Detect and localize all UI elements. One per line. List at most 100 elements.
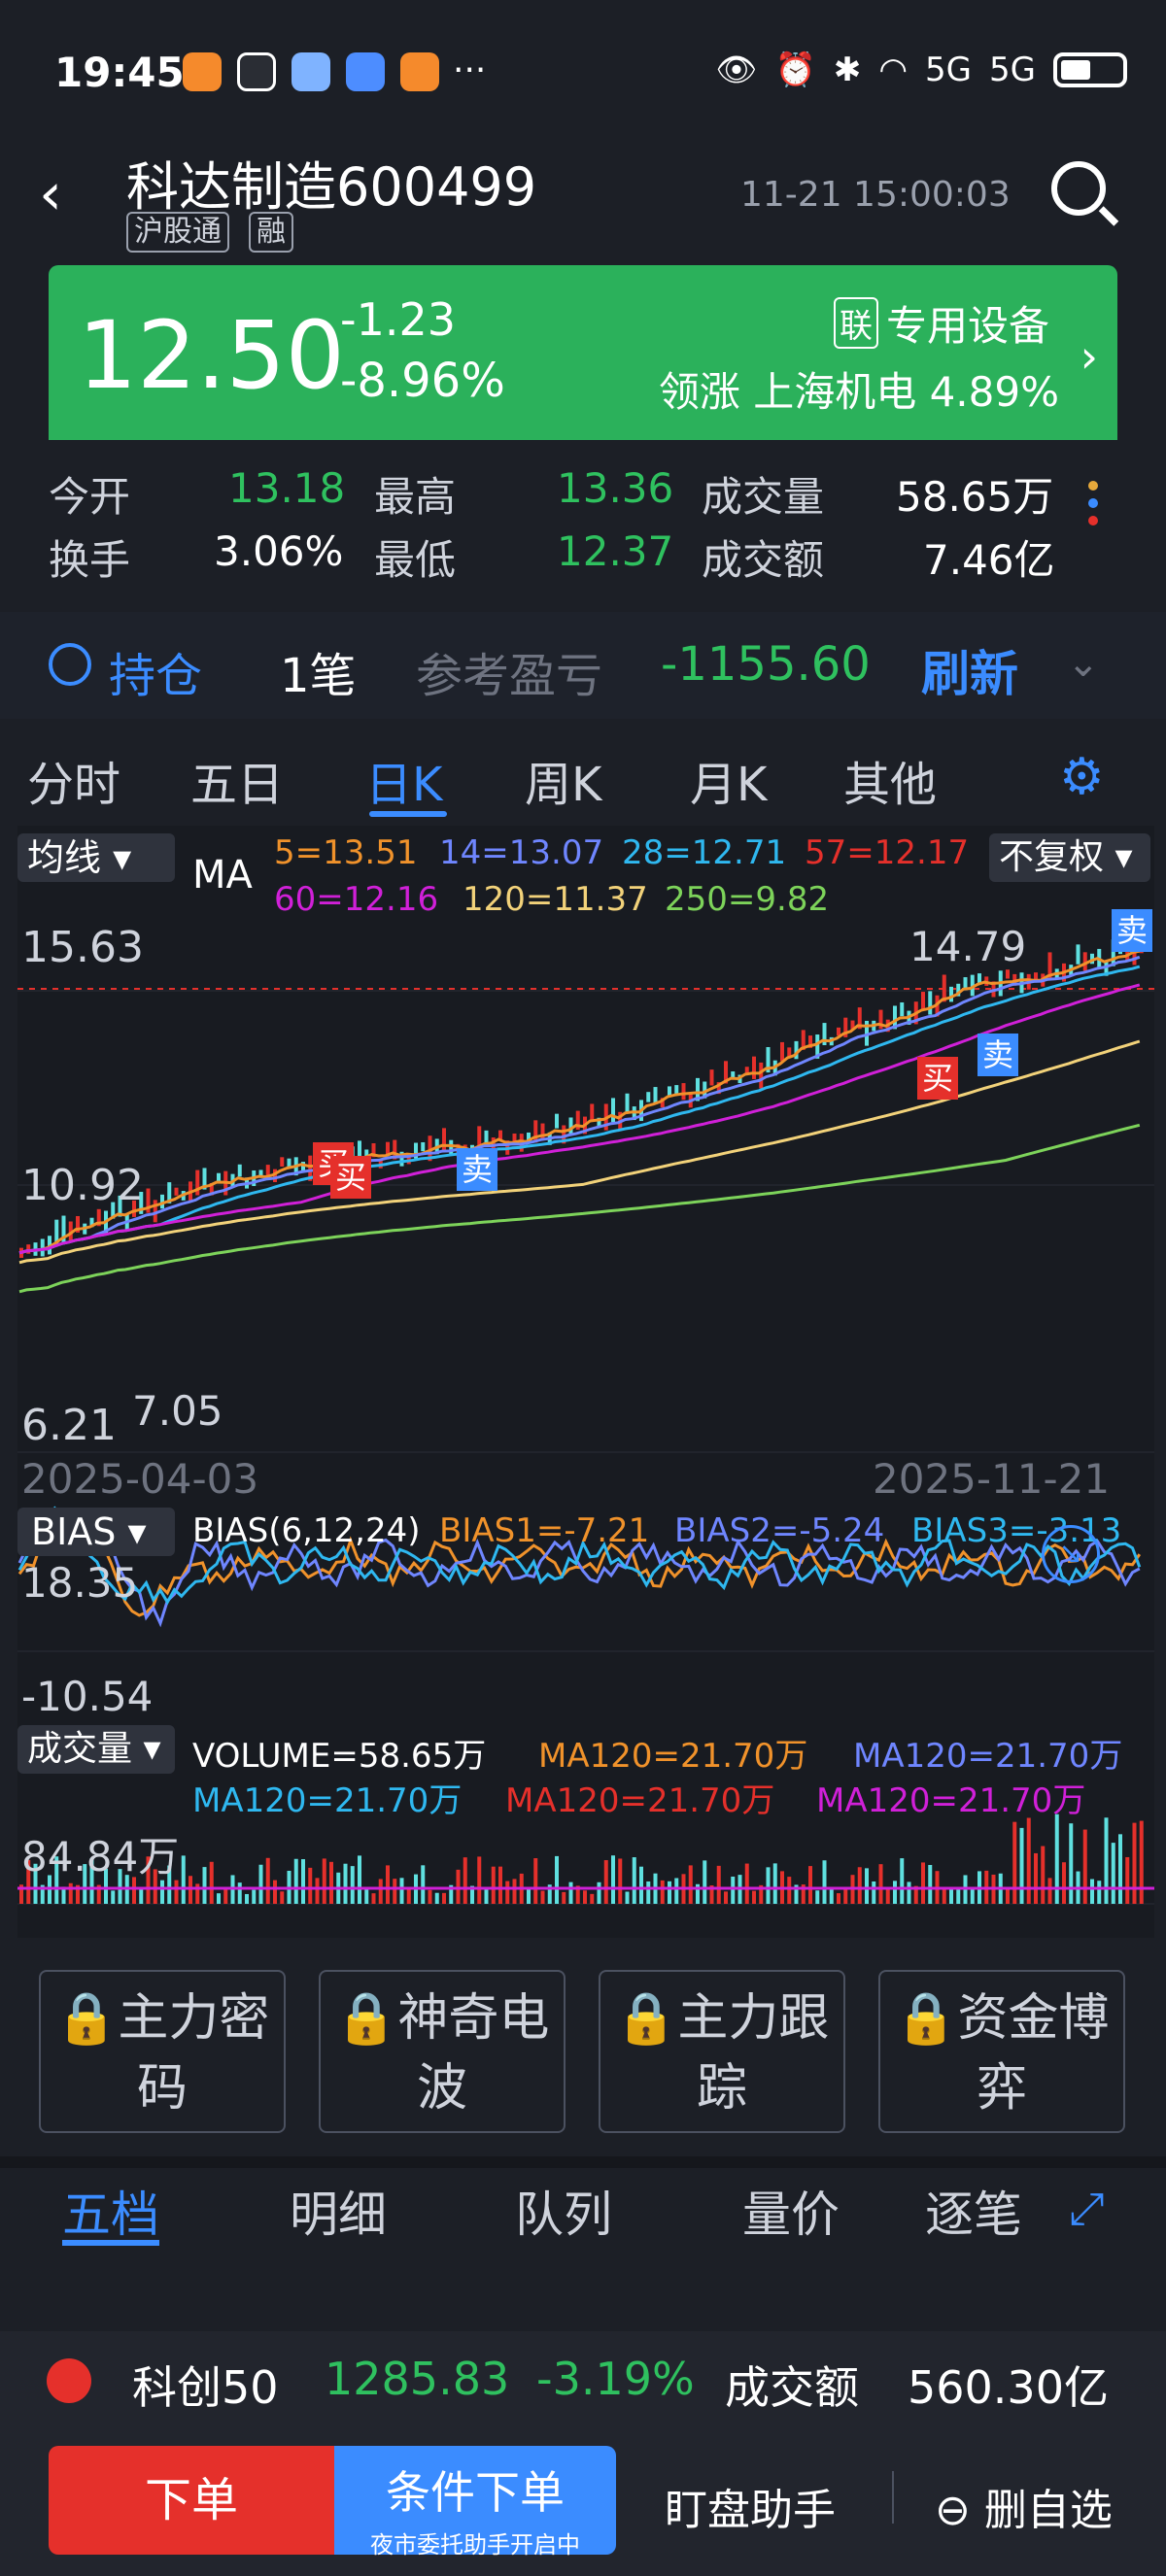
cond-sub: 夜市委托助手开启中 xyxy=(370,2531,580,2559)
wechat-icon xyxy=(237,52,276,91)
sell-marker[interactable]: 卖 xyxy=(977,1034,1018,1076)
vol-ymax: 84.84万 xyxy=(21,1833,180,1881)
cond-label: 条件下单 xyxy=(386,2466,565,2519)
volume-bar xyxy=(822,1860,827,1904)
volume-bar xyxy=(491,1866,496,1904)
back-button[interactable]: ‹ xyxy=(39,160,62,228)
chevron-down-icon[interactable]: ⌄ xyxy=(1067,641,1100,686)
tab-vol-price[interactable]: 量价 xyxy=(742,2176,840,2246)
volume-bar xyxy=(1090,1879,1094,1904)
candle xyxy=(759,1062,764,1089)
tool-main-track[interactable]: 🔒主力跟踪 xyxy=(599,1970,845,2133)
lead-label: 领涨 xyxy=(658,368,740,416)
buy-marker[interactable]: 买 xyxy=(917,1057,958,1100)
volume-bar xyxy=(111,1890,116,1904)
volume-bar xyxy=(477,1856,482,1904)
volume-bar xyxy=(1041,1846,1046,1904)
refresh-button[interactable]: 刷新 xyxy=(921,635,1018,705)
stat-turnover: 3.06% xyxy=(214,527,344,575)
bias-selector[interactable]: BIAS ▾ xyxy=(17,1508,175,1556)
volume-bar xyxy=(928,1864,933,1904)
volume-bar xyxy=(815,1890,820,1904)
tab-intraday[interactable]: 分时 xyxy=(27,746,120,814)
volume-bar xyxy=(660,1880,665,1904)
holding-label[interactable]: 持仓 xyxy=(109,637,202,705)
ma14: 14=13.07 xyxy=(439,833,604,872)
tab-other[interactable]: 其他 xyxy=(843,746,937,814)
volume-bar xyxy=(562,1891,566,1904)
index-name[interactable]: 科创50 xyxy=(132,2353,279,2417)
volume-selector-label: 成交量 xyxy=(27,1729,133,1769)
volume-bar xyxy=(878,1864,883,1904)
monitor-assistant-button[interactable]: 盯盘助手 xyxy=(665,2475,836,2537)
volume-bar xyxy=(949,1888,953,1904)
sell-marker[interactable]: 卖 xyxy=(1112,909,1152,952)
tab-monthly-k[interactable]: 月K xyxy=(690,746,767,814)
sector-link[interactable]: 联专用设备 xyxy=(833,293,1049,353)
tab-queue[interactable]: 队列 xyxy=(515,2176,612,2246)
fullscreen-icon[interactable]: ⤢ xyxy=(1069,2182,1105,2236)
expand-icon[interactable]: ↘ xyxy=(1042,1525,1100,1583)
lock-icon: 🔒 xyxy=(894,1989,958,2048)
volume-bar xyxy=(1062,1862,1066,1904)
sector-leader[interactable]: 领涨 上海机电 4.89% xyxy=(659,359,1059,419)
tab-detail[interactable]: 明细 xyxy=(290,2176,387,2246)
remove-label: 删自选 xyxy=(983,2486,1113,2535)
conditional-order-button[interactable]: 条件下单 夜市委托助手开启中 xyxy=(334,2446,616,2559)
volume-bar xyxy=(555,1855,559,1904)
stat-high: 13.36 xyxy=(557,464,674,512)
tool-fund-game[interactable]: 🔒资金博弈 xyxy=(878,1970,1125,2133)
volume-bar xyxy=(386,1865,390,1904)
quote-time: 11-21 15:00:03 xyxy=(740,175,1011,215)
volume-bar xyxy=(308,1867,313,1904)
ma-selector[interactable]: 均线 ▾ xyxy=(17,833,175,882)
volume-bar xyxy=(808,1866,812,1904)
volume-bar xyxy=(1132,1822,1137,1904)
volume-bar xyxy=(322,1858,326,1904)
low-marker: 7.05 xyxy=(132,1387,223,1435)
tool-magic-wave[interactable]: 🔒神奇电波 xyxy=(319,1970,566,2133)
candle xyxy=(1076,944,1080,965)
tab-weekly-k[interactable]: 周K xyxy=(525,746,601,814)
tool-main-code[interactable]: 🔒主力密码 xyxy=(39,1970,286,2133)
volume-selector[interactable]: 成交量 ▾ xyxy=(17,1725,175,1774)
volume-bar xyxy=(639,1866,643,1904)
volume-bar xyxy=(371,1893,376,1904)
tab-five-day[interactable]: 五日 xyxy=(190,746,284,814)
more-menu-icon[interactable] xyxy=(1088,481,1102,549)
volume-bar xyxy=(1104,1817,1109,1904)
volume-bar xyxy=(731,1876,736,1904)
chevron-right-icon[interactable]: › xyxy=(1080,330,1098,383)
volume-bar xyxy=(1026,1817,1031,1904)
ma-selector-label: 均线 xyxy=(27,836,102,879)
tab-five-level[interactable]: 五档 xyxy=(62,2176,159,2246)
settings-gear-icon[interactable]: ⚙ xyxy=(1059,748,1105,806)
search-icon[interactable] xyxy=(1051,161,1106,216)
candle xyxy=(449,1139,454,1155)
order-button[interactable]: 下单 xyxy=(49,2446,334,2555)
volume-bar xyxy=(265,1857,270,1904)
volume-bar xyxy=(921,1862,925,1904)
candle xyxy=(477,1126,482,1146)
volume-bar xyxy=(1034,1852,1038,1904)
sector-name: 专用设备 xyxy=(885,302,1049,350)
ma5: 5=13.51 xyxy=(274,833,418,872)
candle xyxy=(568,1117,573,1135)
volume-bar xyxy=(280,1891,285,1904)
sell-marker[interactable]: 卖 xyxy=(457,1148,497,1191)
remove-watchlist-button[interactable]: ⊖ 删自选 xyxy=(935,2475,1113,2537)
vol-ma3: MA120=21.70万 xyxy=(192,1781,463,1820)
bias-label: BIAS(6,12,24) xyxy=(192,1511,421,1550)
index-amount: 560.30亿 xyxy=(908,2361,1109,2414)
date-end: 2025-11-21 xyxy=(873,1455,1111,1503)
tool-line1: 主力密 xyxy=(118,1989,270,2048)
tab-tick[interactable]: 逐笔 xyxy=(925,2176,1022,2246)
volume-bar xyxy=(1012,1821,1017,1904)
app-heart-icon xyxy=(183,52,222,91)
adjust-selector[interactable]: 不复权 ▾ xyxy=(989,833,1150,882)
buy-marker[interactable]: 买 xyxy=(330,1156,371,1199)
candle xyxy=(709,1069,714,1086)
volume-bar xyxy=(189,1876,192,1904)
volume-bar xyxy=(1097,1881,1102,1904)
tab-daily-k[interactable]: 日K xyxy=(365,746,442,814)
